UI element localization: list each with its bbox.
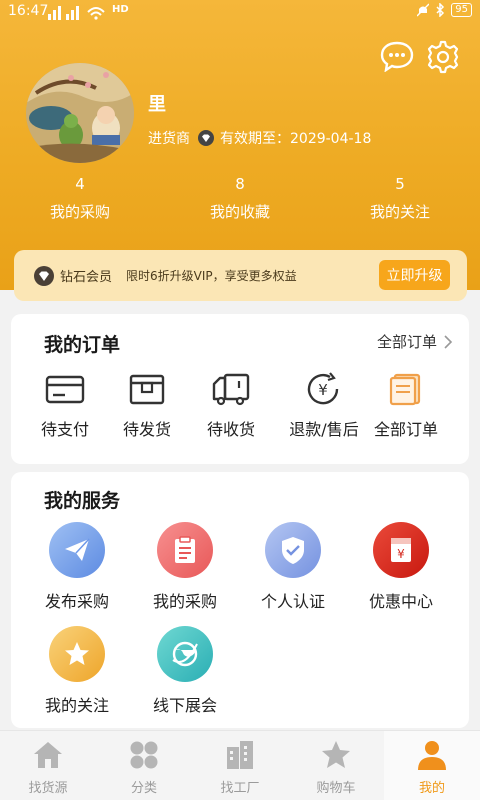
stat-following[interactable]: 5 我的关注 xyxy=(340,175,460,222)
service-label: 个人认证 xyxy=(260,592,325,611)
avatar[interactable] xyxy=(26,63,134,163)
signal-icon xyxy=(48,6,105,20)
battery-indicator: 95 xyxy=(451,3,472,17)
star-icon xyxy=(49,626,105,682)
building-icon xyxy=(227,741,253,769)
role-row: 进货商 有效期至：2029-04-18 xyxy=(148,128,371,148)
order-pending-shipment[interactable]: 待发货 xyxy=(107,372,187,440)
order-pending-receipt[interactable]: 待收货 xyxy=(191,372,271,440)
stat-label: 我的收藏 xyxy=(209,203,270,221)
svg-text:¥: ¥ xyxy=(318,381,328,399)
stat-label: 我的关注 xyxy=(369,203,430,221)
upgrade-button[interactable]: 立即升级 xyxy=(379,260,450,290)
status-time: 16:47 xyxy=(8,3,49,19)
stat-favorites[interactable]: 8 我的收藏 xyxy=(180,175,300,222)
service-personal-verification[interactable]: 个人认证 xyxy=(243,522,343,612)
diamond-badge-icon xyxy=(198,130,214,146)
membership-expiry: 有效期至：2029-04-18 xyxy=(220,131,372,147)
order-label: 待发货 xyxy=(122,420,171,439)
service-my-purchases[interactable]: 我的采购 xyxy=(135,522,235,612)
services-title: 我的服务 xyxy=(44,490,121,512)
service-label: 我的采购 xyxy=(152,592,217,611)
nav-find-factory[interactable]: 找工厂 xyxy=(192,731,288,800)
services-card: 我的服务 发布采购 我的采购 个人认证 ¥ 优惠中心 我的关注 线下展会 xyxy=(11,472,469,728)
stat-count: 8 xyxy=(235,175,245,193)
star-nav-icon xyxy=(322,741,350,768)
orders-title: 我的订单 xyxy=(44,334,121,356)
all-orders-link[interactable]: 全部订单 xyxy=(377,331,453,352)
chevron-right-icon xyxy=(444,334,453,349)
orders-card: 我的订单 全部订单 待支付 待发货 待收货 ¥ 退款/售后 全部订单 xyxy=(11,314,469,464)
service-coupon-center[interactable]: ¥ 优惠中心 xyxy=(351,522,451,612)
nav-find-goods[interactable]: 找货源 xyxy=(0,731,96,800)
globe-icon xyxy=(157,626,213,682)
stats-row: 4 我的采购 8 我的收藏 5 我的关注 xyxy=(0,175,480,225)
nav-label: 分类 xyxy=(130,781,157,796)
status-bar: 16:47 HD 95 xyxy=(0,0,480,24)
user-name: 里 xyxy=(148,94,166,115)
nav-label: 我的 xyxy=(418,781,445,796)
order-label: 待收货 xyxy=(206,420,255,439)
stat-label: 我的采购 xyxy=(49,203,110,221)
shield-icon xyxy=(265,522,321,578)
refund-icon: ¥ xyxy=(307,372,339,405)
nav-label: 找工厂 xyxy=(220,781,260,796)
bottom-nav: 找货源 分类 找工厂 购物车 我的 xyxy=(0,730,480,800)
vip-name: 钻石会员 xyxy=(60,270,113,285)
service-label: 线下展会 xyxy=(152,696,217,715)
grid-icon xyxy=(130,741,158,769)
service-label: 我的关注 xyxy=(44,696,109,715)
stat-count: 5 xyxy=(395,175,405,193)
vip-description: 限时6折升级VIP，享受更多权益 xyxy=(126,269,297,283)
order-label: 退款/售后 xyxy=(289,420,359,439)
paper-plane-icon xyxy=(49,522,105,578)
stat-purchases[interactable]: 4 我的采购 xyxy=(20,175,140,222)
nav-cart[interactable]: 购物车 xyxy=(288,731,384,800)
service-label: 发布采购 xyxy=(44,592,109,611)
all-orders-label: 全部订单 xyxy=(376,333,437,351)
order-label: 全部订单 xyxy=(373,420,438,439)
document-icon xyxy=(389,373,421,406)
order-all[interactable]: 全部订单 xyxy=(365,372,447,440)
person-icon xyxy=(418,741,446,770)
svg-text:¥: ¥ xyxy=(397,547,405,561)
nav-mine[interactable]: 我的 xyxy=(384,731,480,800)
box-icon xyxy=(129,374,165,405)
coupon-icon: ¥ xyxy=(373,522,429,578)
card-icon xyxy=(45,375,85,404)
clipboard-icon xyxy=(157,522,213,578)
nav-label: 购物车 xyxy=(316,781,356,796)
service-my-following[interactable]: 我的关注 xyxy=(27,626,127,716)
profile-header: 16:47 HD 95 里 进货商 有效期至：2029-04-18 4 我的采购… xyxy=(0,0,480,290)
nav-category[interactable]: 分类 xyxy=(96,731,192,800)
message-icon[interactable] xyxy=(380,40,414,72)
nav-label: 找货源 xyxy=(28,781,68,796)
order-pending-payment[interactable]: 待支付 xyxy=(25,372,105,440)
order-label: 待支付 xyxy=(40,420,89,439)
truck-icon xyxy=(212,373,250,406)
diamond-member-icon xyxy=(34,265,54,286)
stat-count: 4 xyxy=(75,175,85,193)
avatar-illustration xyxy=(26,63,134,163)
service-label: 优惠中心 xyxy=(368,592,433,611)
silent-icon xyxy=(417,3,430,17)
gear-icon[interactable] xyxy=(426,40,460,74)
home-icon xyxy=(34,742,62,768)
user-role: 进货商 xyxy=(148,131,190,147)
order-refund[interactable]: ¥ 退款/售后 xyxy=(277,372,371,440)
network-label: HD xyxy=(112,4,129,15)
service-offline-expo[interactable]: 线下展会 xyxy=(135,626,235,716)
bluetooth-icon xyxy=(436,3,445,17)
service-publish-purchase[interactable]: 发布采购 xyxy=(27,522,127,612)
vip-banner[interactable]: 钻石会员 限时6折升级VIP，享受更多权益 立即升级 xyxy=(14,250,467,301)
